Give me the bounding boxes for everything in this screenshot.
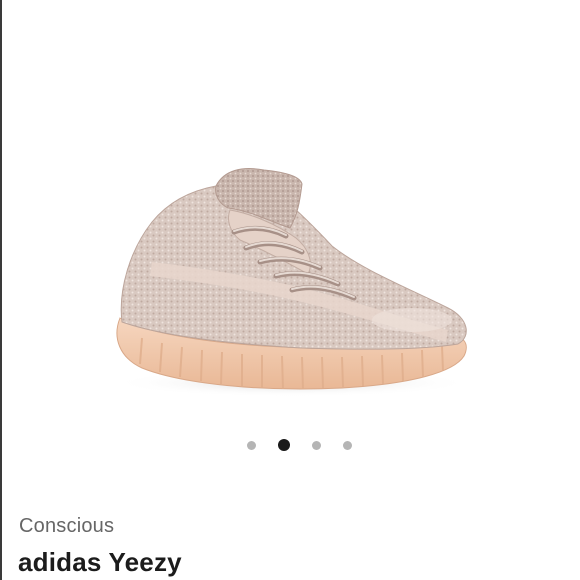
image-pager <box>0 437 580 453</box>
pager-dot-4[interactable] <box>342 440 352 450</box>
pager-dot-3[interactable] <box>311 440 321 450</box>
brand-label[interactable]: Conscious <box>19 515 114 538</box>
product-title: adidas Yeezy <box>18 547 182 577</box>
pager-dot-1[interactable] <box>246 440 256 450</box>
product-listing-screen: Conscious adidas Yeezy <box>0 0 580 580</box>
pager-dot-2-active[interactable] <box>277 439 290 451</box>
sneaker-illustration <box>112 168 472 397</box>
product-photo[interactable] <box>2 0 580 420</box>
